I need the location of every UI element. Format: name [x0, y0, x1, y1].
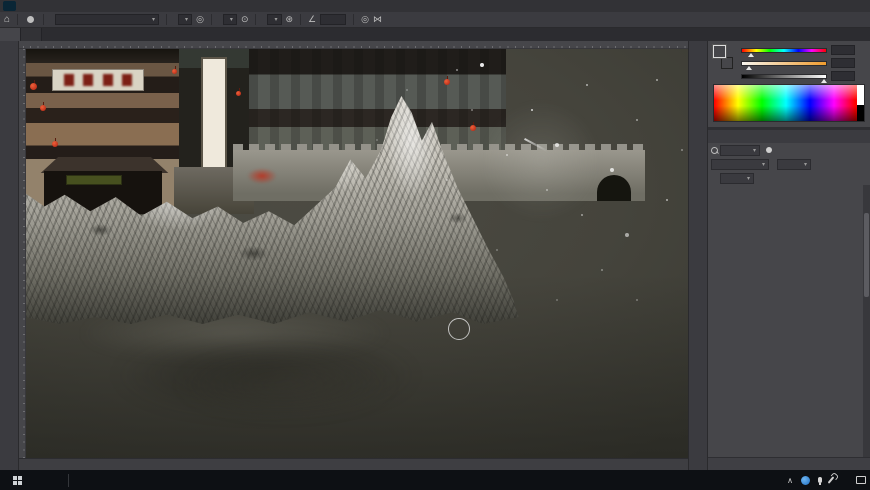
lantern	[40, 102, 46, 111]
windows-taskbar: ∧	[0, 470, 870, 490]
document-tab-active[interactable]	[0, 28, 21, 41]
background-color-swatch[interactable]	[721, 57, 733, 69]
tray-expand-icon[interactable]: ∧	[787, 476, 793, 485]
chevron-down-icon: ▾	[152, 17, 156, 23]
fog	[481, 101, 601, 221]
lock-row: ▾	[708, 171, 870, 185]
flow-dropdown[interactable]: ▾	[222, 14, 237, 25]
lantern	[236, 88, 241, 96]
canvas[interactable]	[26, 49, 688, 458]
opacity-dropdown[interactable]: ▾	[178, 14, 193, 25]
filter-kind-dropdown[interactable]: ▾	[720, 144, 760, 156]
horizontal-ruler[interactable]	[19, 41, 688, 49]
brush-cursor	[448, 318, 470, 340]
hue-slider-knob[interactable]	[747, 52, 754, 57]
brush-angle-icon: ∠	[308, 14, 317, 24]
lantern	[444, 76, 450, 85]
blend-row: ▾ ▾	[708, 157, 870, 171]
airbrush-icon[interactable]: ⊙	[241, 14, 249, 25]
foreground-color-swatch[interactable]	[713, 45, 726, 58]
options-bar: ⌂ ▾ ▾ ◎ ▾ ⊙ ▾ ⊛ ∠ ◎ ⋈	[0, 12, 870, 28]
brightness-value-input[interactable]	[831, 71, 855, 81]
document-tab-bar	[0, 28, 870, 41]
chevron-down-icon: ▾	[274, 17, 278, 23]
snow-particles	[26, 49, 28, 51]
vertical-banner-sign	[201, 57, 227, 169]
brightness-slider[interactable]	[741, 73, 827, 83]
brush-tip-icon	[27, 15, 35, 23]
door-plaque	[66, 175, 122, 185]
menu-bar	[0, 0, 870, 12]
window-controls	[838, 0, 866, 12]
layers-panel-tabs	[708, 130, 870, 143]
photoshop-logo-icon	[3, 1, 16, 11]
lantern	[30, 80, 37, 90]
canvas-column	[19, 41, 688, 470]
home-icon[interactable]: ⌂	[4, 14, 10, 25]
layer-opacity-input[interactable]: ▾	[777, 158, 811, 170]
color-panel	[708, 41, 870, 127]
tool-icon[interactable]	[827, 476, 835, 484]
smoothing-options-gear-icon[interactable]: ⊛	[286, 14, 294, 25]
lantern	[470, 122, 476, 131]
smoothing-dropdown[interactable]: ▾	[267, 14, 282, 25]
vertical-ruler[interactable]	[19, 49, 26, 458]
right-panels: ▾ ▾ ▾ ▾	[708, 41, 870, 470]
microphone-icon[interactable]	[818, 477, 822, 485]
layer-blend-mode-dropdown[interactable]: ▾	[711, 158, 769, 170]
reflection	[176, 349, 396, 419]
brightness-slider-knob[interactable]	[820, 78, 827, 83]
layers-scrollbar[interactable]	[863, 185, 870, 457]
layer-filter-row: ▾	[708, 143, 870, 157]
color-swatches[interactable]	[713, 45, 735, 69]
saturation-value-input[interactable]	[831, 58, 855, 68]
document-tab-inactive[interactable]	[21, 28, 42, 41]
brush-preset-picker[interactable]	[27, 15, 35, 24]
blend-mode-dropdown[interactable]: ▾	[55, 14, 160, 25]
collapsed-panel-strip	[688, 41, 708, 470]
layers-bottom-bar	[708, 457, 870, 470]
cloud-app-icon[interactable]	[801, 475, 810, 485]
hue-slider[interactable]	[741, 47, 827, 57]
windows-logo-icon	[12, 475, 22, 485]
lantern	[52, 138, 58, 147]
search-icon	[711, 146, 718, 154]
layers-panel: ▾ ▾ ▾ ▾	[708, 130, 870, 470]
saturation-slider-knob[interactable]	[746, 65, 753, 70]
notification-icon[interactable]	[856, 476, 866, 484]
photoshop-window: ⌂ ▾ ▾ ◎ ▾ ⊙ ▾ ⊛ ∠ ◎ ⋈ ▾ ▾ ▾ ▾ ∧	[0, 0, 870, 490]
tool-bar	[0, 41, 19, 470]
chevron-down-icon: ▾	[229, 17, 233, 23]
layer-list	[708, 185, 870, 457]
pressure-opacity-icon[interactable]: ◎	[196, 14, 204, 25]
saturation-slider[interactable]	[741, 60, 827, 70]
filter-toggle[interactable]	[766, 147, 772, 153]
brush-angle-input[interactable]	[320, 14, 347, 25]
color-spectrum-ramp[interactable]	[713, 84, 865, 122]
workspace: ▾ ▾ ▾ ▾	[0, 41, 870, 470]
pressure-size-icon[interactable]: ◎	[361, 14, 369, 25]
start-button[interactable]	[0, 470, 34, 490]
hue-value-input[interactable]	[831, 45, 855, 55]
fill-input[interactable]: ▾	[720, 172, 754, 184]
building-sign	[52, 69, 144, 91]
lantern	[172, 66, 177, 74]
scrollbar-thumb[interactable]	[864, 213, 869, 297]
status-bar	[19, 458, 688, 470]
symmetry-icon[interactable]: ⋈	[373, 14, 382, 25]
system-tray: ∧	[787, 470, 866, 490]
chevron-down-icon: ▾	[185, 17, 189, 23]
